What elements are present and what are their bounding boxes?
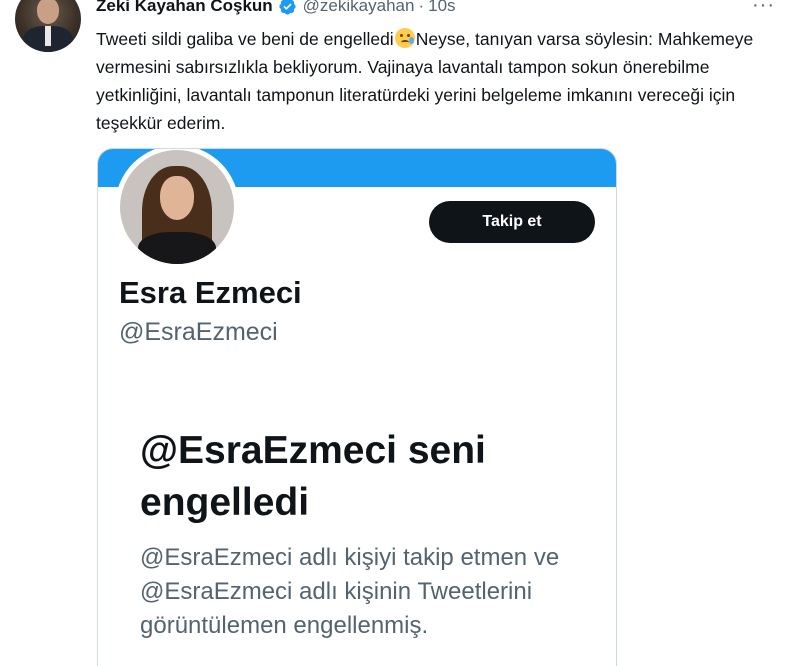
blocked-title: @EsraEzmeci seni engelledi xyxy=(140,429,486,524)
profile-handle: @EsraEzmeci xyxy=(119,318,278,346)
verified-badge-icon xyxy=(279,0,296,15)
tweet-timestamp[interactable]: 10s xyxy=(428,0,455,16)
profile-avatar xyxy=(115,149,239,269)
face-holding-back-tears-icon xyxy=(394,28,415,48)
more-options-icon[interactable]: ··· xyxy=(752,0,775,17)
author-avatar[interactable] xyxy=(15,0,81,52)
profile-name: Esra Ezmeci xyxy=(119,275,302,310)
separator-dot: · xyxy=(418,0,425,15)
tweet-text: Tweeti sildi galiba ve beni de engelledi… xyxy=(96,25,776,137)
follow-button: Takip et xyxy=(429,201,595,243)
author-display-name[interactable]: Zeki Kayahan Coşkun xyxy=(96,0,273,16)
tweet-text-part-1: Tweeti sildi galiba ve beni de engelledi xyxy=(96,29,394,49)
blocked-description: @EsraEzmeci adlı kişiyi takip etmen ve @… xyxy=(140,544,560,639)
tweet: Zeki Kayahan Coşkun @zekikayahan · 10s ·… xyxy=(0,0,799,666)
tweet-media-image[interactable]: Takip et Esra Ezmeci @EsraEzmeci @EsraEz… xyxy=(97,148,617,666)
tweet-header: Zeki Kayahan Coşkun @zekikayahan · 10s xyxy=(96,0,456,18)
author-handle[interactable]: @zekikayahan xyxy=(303,0,415,16)
